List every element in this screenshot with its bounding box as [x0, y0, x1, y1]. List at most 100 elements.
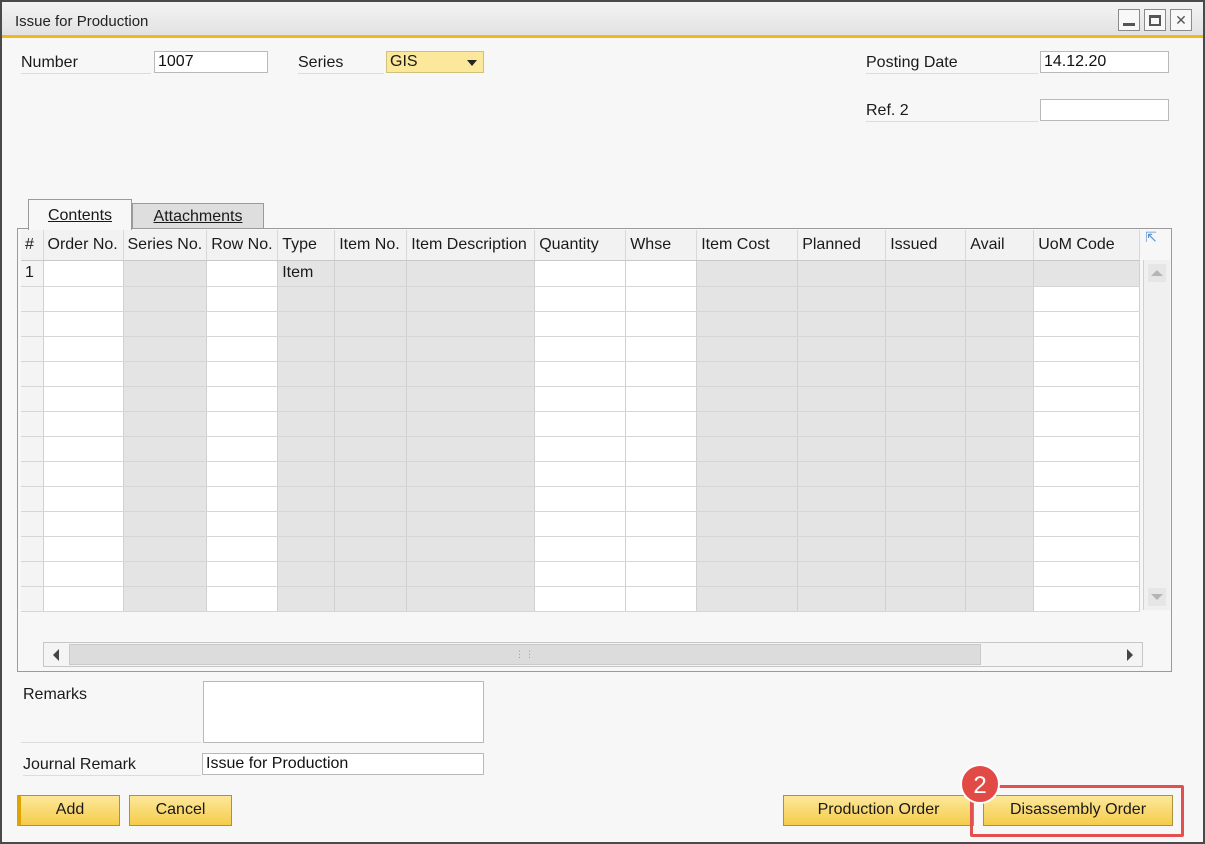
whse-cell[interactable]	[625, 260, 698, 287]
quantity-cell[interactable]	[534, 461, 627, 487]
quantity-cell[interactable]	[534, 411, 627, 437]
col-header[interactable]: Type	[277, 230, 336, 261]
quantity-cell[interactable]	[534, 361, 627, 387]
title-bar[interactable]: Issue for Production ✕	[2, 2, 1203, 38]
col-header[interactable]: Item Description	[406, 230, 536, 261]
tab-contents[interactable]: Contents	[28, 199, 132, 230]
scroll-down-button[interactable]	[1148, 588, 1166, 606]
table-row[interactable]	[21, 461, 1141, 487]
row-no-cell[interactable]	[206, 286, 279, 312]
col-header[interactable]: UoM Code	[1033, 230, 1141, 261]
col-header[interactable]: Series No.	[123, 230, 208, 261]
uom-code-cell[interactable]	[1033, 361, 1141, 387]
whse-cell[interactable]	[625, 336, 698, 362]
minimize-button[interactable]	[1118, 9, 1140, 31]
order-no-cell[interactable]	[43, 511, 124, 537]
row-no-cell[interactable]	[206, 260, 279, 287]
quantity-cell[interactable]	[534, 436, 627, 462]
uom-code-cell[interactable]	[1033, 311, 1141, 337]
col-header[interactable]: Row No.	[206, 230, 279, 261]
row-no-cell[interactable]	[206, 336, 279, 362]
quantity-cell[interactable]	[534, 586, 627, 612]
row-no-cell[interactable]	[206, 486, 279, 512]
table-row[interactable]	[21, 336, 1141, 362]
table-row[interactable]: 1 Item	[21, 260, 1141, 287]
row-no-cell[interactable]	[206, 561, 279, 587]
expand-grid-icon[interactable]: ⇱	[1143, 229, 1159, 245]
quantity-cell[interactable]	[534, 311, 627, 337]
table-row[interactable]	[21, 311, 1141, 337]
production-order-button[interactable]: Production Order	[783, 795, 974, 826]
order-no-cell[interactable]	[43, 361, 124, 387]
journal-remark-field[interactable]: Issue for Production	[202, 753, 484, 775]
number-field[interactable]: 1007	[154, 51, 268, 73]
row-no-cell[interactable]	[206, 436, 279, 462]
table-row[interactable]	[21, 486, 1141, 512]
col-header[interactable]: Quantity	[534, 230, 627, 261]
row-no-cell[interactable]	[206, 511, 279, 537]
row-no-cell[interactable]	[206, 586, 279, 612]
order-no-cell[interactable]	[43, 386, 124, 412]
scroll-up-button[interactable]	[1148, 264, 1166, 282]
order-no-cell[interactable]	[43, 586, 124, 612]
table-row[interactable]	[21, 511, 1141, 537]
row-no-cell[interactable]	[206, 361, 279, 387]
whse-cell[interactable]	[625, 486, 698, 512]
uom-code-cell[interactable]	[1033, 411, 1141, 437]
whse-cell[interactable]	[625, 561, 698, 587]
table-row[interactable]	[21, 386, 1141, 412]
whse-cell[interactable]	[625, 511, 698, 537]
order-no-cell[interactable]	[43, 286, 124, 312]
whse-cell[interactable]	[625, 436, 698, 462]
whse-cell[interactable]	[625, 286, 698, 312]
quantity-cell[interactable]	[534, 561, 627, 587]
row-no-cell[interactable]	[206, 411, 279, 437]
uom-code-cell[interactable]	[1033, 336, 1141, 362]
whse-cell[interactable]	[625, 311, 698, 337]
uom-code-cell[interactable]	[1033, 286, 1141, 312]
order-no-cell[interactable]	[43, 486, 124, 512]
col-header[interactable]: #	[21, 230, 44, 261]
scroll-right-button[interactable]	[1118, 643, 1142, 666]
maximize-button[interactable]	[1144, 9, 1166, 31]
col-header[interactable]: Avail	[965, 230, 1035, 261]
uom-code-cell[interactable]	[1033, 386, 1141, 412]
table-row[interactable]	[21, 561, 1141, 587]
col-header[interactable]: Planned	[797, 230, 887, 261]
quantity-cell[interactable]	[534, 536, 627, 562]
table-row[interactable]	[21, 286, 1141, 312]
table-row[interactable]	[21, 361, 1141, 387]
ref2-field[interactable]	[1040, 99, 1169, 121]
remarks-textarea[interactable]	[203, 681, 484, 743]
table-row[interactable]	[21, 411, 1141, 437]
col-header[interactable]: Whse	[625, 230, 698, 261]
quantity-cell[interactable]	[534, 511, 627, 537]
posting-date-field[interactable]: 14.12.20	[1040, 51, 1169, 73]
uom-code-cell[interactable]	[1033, 536, 1141, 562]
whse-cell[interactable]	[625, 461, 698, 487]
table-row[interactable]	[21, 536, 1141, 562]
uom-code-cell[interactable]	[1033, 461, 1141, 487]
quantity-cell[interactable]	[534, 336, 627, 362]
whse-cell[interactable]	[625, 536, 698, 562]
row-no-cell[interactable]	[206, 386, 279, 412]
col-header[interactable]: Order No.	[43, 230, 124, 261]
vertical-scrollbar[interactable]	[1143, 260, 1170, 610]
uom-code-cell[interactable]	[1033, 561, 1141, 587]
order-no-cell[interactable]	[43, 536, 124, 562]
uom-code-cell[interactable]	[1033, 511, 1141, 537]
close-button[interactable]: ✕	[1170, 9, 1192, 31]
series-dropdown[interactable]: GIS	[386, 51, 484, 73]
quantity-cell[interactable]	[534, 286, 627, 312]
quantity-cell[interactable]	[534, 260, 627, 287]
table-row[interactable]	[21, 436, 1141, 462]
row-no-cell[interactable]	[206, 461, 279, 487]
row-no-cell[interactable]	[206, 536, 279, 562]
col-header[interactable]: Issued	[885, 230, 967, 261]
quantity-cell[interactable]	[534, 486, 627, 512]
whse-cell[interactable]	[625, 586, 698, 612]
scroll-thumb[interactable]: ⋮⋮	[69, 644, 981, 665]
order-no-cell[interactable]	[43, 260, 124, 287]
col-header[interactable]: Item No.	[334, 230, 408, 261]
order-no-cell[interactable]	[43, 436, 124, 462]
